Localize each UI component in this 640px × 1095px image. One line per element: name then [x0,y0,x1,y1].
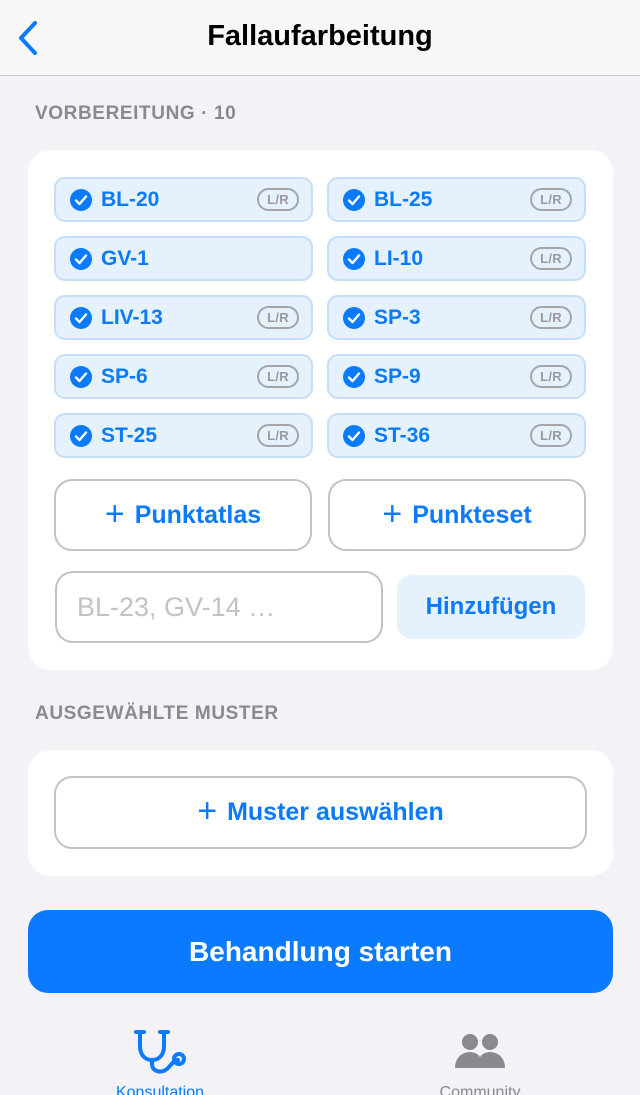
point-input[interactable] [55,571,383,643]
point-chip-label: SP-6 [101,364,148,388]
point-chip[interactable]: SP-3 L/R [327,295,586,340]
checkmark-circle-icon [70,365,92,388]
point-set-label: Punkteset [412,500,532,529]
checkmark-circle-icon [70,306,92,329]
checkmark-circle-icon [343,424,365,447]
side-toggle-badge[interactable]: L/R [530,424,572,447]
point-chip-label: SP-9 [374,364,421,388]
point-chip[interactable]: SP-6 L/R [54,354,313,399]
tab-konsultation[interactable]: Konsultation [60,1028,260,1095]
checkmark-circle-icon [70,188,92,211]
point-chip-label: ST-36 [374,423,431,447]
tab-label: Community [439,1084,521,1095]
point-chip[interactable]: SP-9 L/R [327,354,586,399]
tab-label: Konsultation [115,1084,205,1095]
side-toggle-badge[interactable]: L/R [530,306,572,329]
stethoscope-icon [134,1030,186,1074]
point-chip[interactable]: BL-25 L/R [327,177,586,222]
point-chip-label: LIV-13 [101,305,163,329]
point-atlas-label: Punktatlas [134,500,262,529]
checkmark-circle-icon [343,365,365,388]
point-chip[interactable]: ST-36 L/R [327,413,586,458]
checkmark-circle-icon [70,424,92,447]
side-toggle-badge[interactable]: L/R [530,365,572,388]
point-atlas-button[interactable]: + Punktatlas [54,479,312,551]
point-chip-label: BL-25 [374,187,433,211]
preparation-card: BL-20 L/R BL-25 L/R GV-1 LI-10 L/R LIV-13 L/R SP-… [28,150,613,670]
checkmark-circle-icon [70,247,92,270]
tab-community[interactable]: Community [380,1028,580,1095]
side-toggle-badge[interactable]: L/R [257,188,299,211]
point-chip[interactable]: LIV-13 L/R [54,295,313,340]
preparation-header: VORBEREITUNG · 10 [35,103,237,124]
checkmark-circle-icon [343,247,365,270]
point-chip-label: LI-10 [374,246,424,270]
plus-icon: + [382,494,403,533]
select-pattern-button[interactable]: + Muster auswählen [54,776,587,849]
side-toggle-badge[interactable]: L/R [257,424,299,447]
point-chip[interactable]: ST-25 L/R [54,413,313,458]
point-chip-label: BL-20 [101,187,160,211]
side-toggle-badge[interactable]: L/R [530,247,572,270]
plus-icon: + [197,792,218,830]
point-chip[interactable]: LI-10 L/R [327,236,586,281]
side-toggle-badge[interactable]: L/R [530,188,572,211]
add-point-button[interactable]: Hinzufügen [397,575,585,639]
navigation-bar: Fallaufarbeitung [0,0,640,76]
point-chip[interactable]: GV-1 [54,236,313,281]
side-toggle-badge[interactable]: L/R [257,365,299,388]
point-chip-label: GV-1 [101,246,149,270]
select-pattern-label: Muster auswählen [227,798,444,826]
point-chip[interactable]: BL-20 L/R [54,177,313,222]
page-title: Fallaufarbeitung [207,20,433,52]
patterns-header: AUSGEWÄHLTE MUSTER [35,703,279,724]
side-toggle-badge[interactable]: L/R [257,306,299,329]
patterns-card: + Muster auswählen [28,750,613,876]
start-treatment-button[interactable]: Behandlung starten [28,910,613,993]
people-icon [455,1034,505,1068]
point-chip-label: ST-25 [101,423,158,447]
plus-icon: + [104,494,125,533]
point-chip-label: SP-3 [374,305,421,329]
point-set-button[interactable]: + Punkteset [328,479,586,551]
checkmark-circle-icon [343,306,365,329]
checkmark-circle-icon [343,188,365,211]
